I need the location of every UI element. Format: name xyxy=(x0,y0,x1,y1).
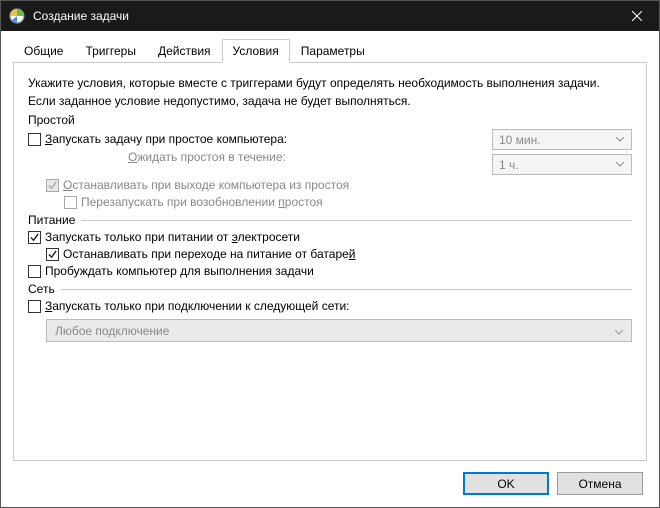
close-icon xyxy=(632,11,642,21)
tabstrip: Общие Триггеры Действия Условия Параметр… xyxy=(13,39,647,63)
titlebar: Создание задачи xyxy=(1,1,659,31)
network-combo-value: Любое подключение xyxy=(55,324,169,338)
network-only-checkbox[interactable] xyxy=(28,300,41,313)
content-area: Общие Триггеры Действия Условия Параметр… xyxy=(1,31,659,461)
power-wake-checkbox[interactable] xyxy=(28,265,41,278)
idle-start-label: Запускать задачу при простое компьютера: xyxy=(45,132,287,146)
cancel-button[interactable]: Отмена xyxy=(557,472,643,495)
task-create-dialog: Создание задачи Общие Триггеры Действия … xyxy=(0,0,660,508)
idle-wait-value: 1 ч. xyxy=(499,158,519,172)
tab-general[interactable]: Общие xyxy=(13,39,74,63)
checkmark-icon xyxy=(48,250,57,259)
power-ac-checkbox[interactable] xyxy=(28,231,41,244)
chevron-down-icon xyxy=(615,137,625,142)
task-scheduler-icon xyxy=(9,8,25,24)
power-battery-checkbox[interactable] xyxy=(46,248,59,261)
idle-start-checkbox[interactable] xyxy=(28,133,41,146)
idle-restart-checkbox xyxy=(64,196,77,209)
idle-restart-label: Перезапускать при возобновлении простоя xyxy=(81,195,323,209)
network-only-label: Запускать только при подключении к следу… xyxy=(45,299,350,313)
checkmark-icon xyxy=(30,233,39,242)
idle-duration-combo[interactable]: 10 мин. xyxy=(492,129,632,150)
power-battery-label: Останавливать при переходе на питание от… xyxy=(63,247,356,261)
dialog-footer: OK Отмена xyxy=(463,472,643,495)
network-combo[interactable]: Любое подключение xyxy=(46,319,632,342)
checkmark-icon xyxy=(48,181,57,190)
idle-group-label: Простой xyxy=(28,113,632,127)
chevron-down-icon xyxy=(615,162,625,167)
network-group-label: Сеть xyxy=(28,282,632,296)
power-wake-label: Пробуждать компьютер для выполнения зада… xyxy=(45,264,314,278)
idle-wait-combo[interactable]: 1 ч. xyxy=(492,154,632,175)
window-title: Создание задачи xyxy=(33,9,614,23)
chevron-down-icon xyxy=(615,324,623,338)
ok-button[interactable]: OK xyxy=(463,472,549,495)
tab-conditions[interactable]: Условия xyxy=(222,39,290,63)
description-line-1: Укажите условия, которые вместе с тригге… xyxy=(28,75,632,91)
idle-stop-checkbox xyxy=(46,179,59,192)
close-button[interactable] xyxy=(614,1,659,31)
power-group-label: Питание xyxy=(28,213,632,227)
tab-triggers[interactable]: Триггеры xyxy=(74,39,147,63)
description-line-2: Если заданное условие недопустимо, задач… xyxy=(28,93,632,109)
idle-duration-value: 10 мин. xyxy=(499,133,541,147)
conditions-panel: Укажите условия, которые вместе с тригге… xyxy=(13,63,647,461)
idle-stop-label: Останавливать при выходе компьютера из п… xyxy=(63,178,349,192)
tab-settings[interactable]: Параметры xyxy=(290,39,376,63)
tab-actions[interactable]: Действия xyxy=(147,39,222,63)
power-ac-label: Запускать только при питании от электрос… xyxy=(45,230,300,244)
idle-wait-label: Ожидать простоя в течение: xyxy=(128,150,286,164)
